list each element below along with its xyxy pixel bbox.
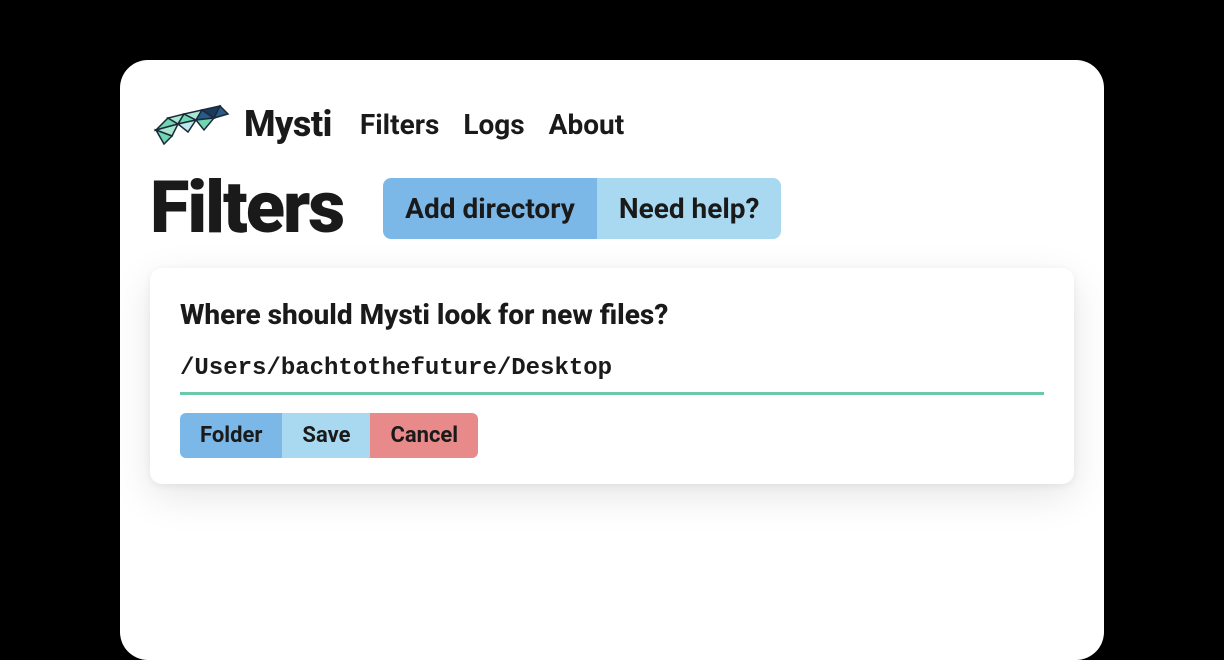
need-help-button[interactable]: Need help? — [597, 178, 782, 239]
brand-name: Mysti — [244, 103, 332, 145]
directory-path-input[interactable] — [180, 353, 1044, 395]
nav-logs[interactable]: Logs — [463, 108, 524, 141]
nav-filters[interactable]: Filters — [360, 108, 439, 141]
cancel-button[interactable]: Cancel — [370, 413, 478, 458]
folder-button[interactable]: Folder — [180, 413, 282, 458]
form-actions: Folder Save Cancel — [180, 413, 1044, 458]
directory-form-card: Where should Mysti look for new files? F… — [150, 268, 1074, 484]
main-nav: Filters Logs About — [360, 108, 624, 141]
title-row: Filters Add directory Need help? — [120, 148, 1104, 268]
whale-logo-icon — [150, 100, 238, 148]
form-question: Where should Mysti look for new files? — [180, 298, 1044, 331]
header: Mysti Filters Logs About — [120, 100, 1104, 148]
nav-about[interactable]: About — [549, 108, 625, 141]
app-card: Mysti Filters Logs About Filters Add dir… — [120, 60, 1104, 660]
page-title: Filters — [150, 172, 343, 244]
page-actions: Add directory Need help? — [383, 178, 781, 239]
logo[interactable]: Mysti — [150, 100, 332, 148]
save-button[interactable]: Save — [282, 413, 370, 458]
add-directory-button[interactable]: Add directory — [383, 178, 597, 239]
